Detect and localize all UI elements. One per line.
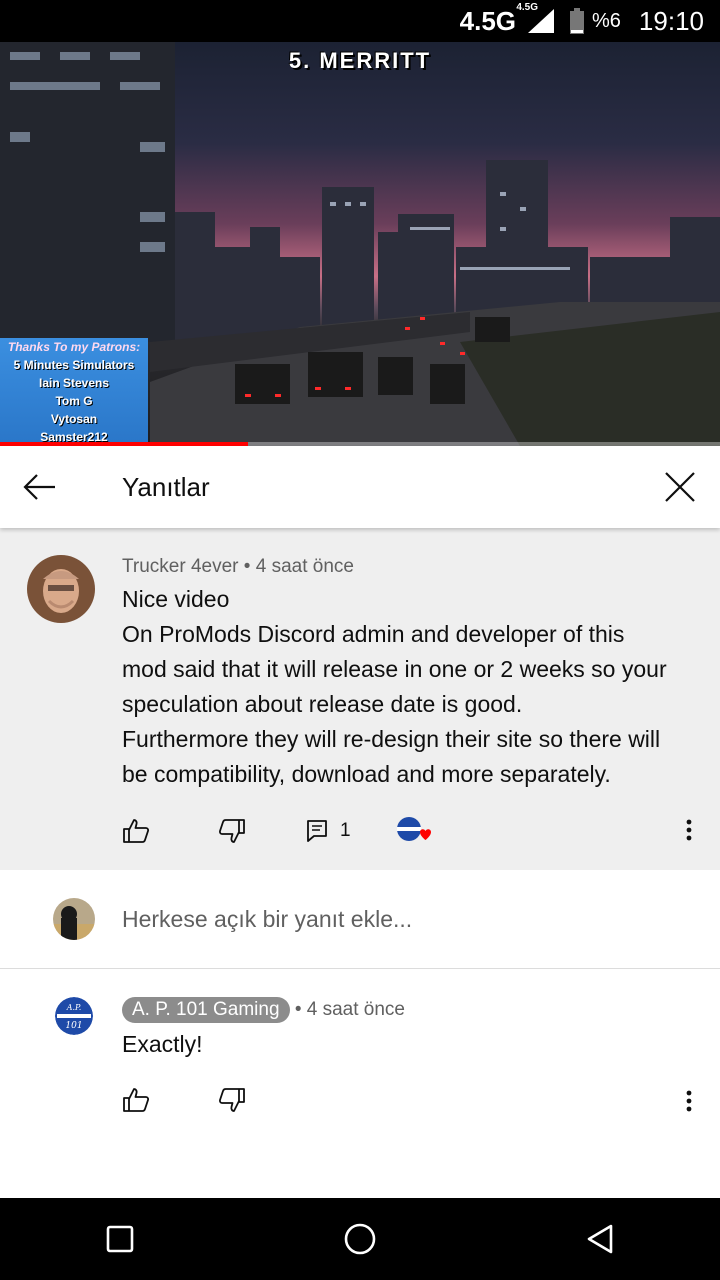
comment-line: Furthermore they will re-design their si… [122, 726, 661, 752]
comment-author[interactable]: Trucker 4ever [122, 556, 239, 577]
meta-separator: • [294, 999, 302, 1020]
reply-time: 4 saat önce [306, 999, 405, 1020]
comment-time: 4 saat önce [255, 556, 354, 577]
battery-percent: %6 [592, 9, 621, 32]
clock: 19:10 [638, 5, 704, 36]
reply-avatar[interactable]: A.P. 101 [55, 997, 93, 1035]
reply-input-row[interactable]: Herkese açık bir yanıt ekle... [0, 870, 720, 969]
system-back-button[interactable] [540, 1198, 660, 1280]
close-button[interactable] [640, 446, 720, 528]
network-small-label: 4.5G [516, 1, 539, 13]
comment-line: Nice video [122, 586, 230, 612]
more-vert-icon [686, 819, 692, 841]
battery-icon [570, 8, 585, 34]
reply-comment: A.P. 101 A. P. 101 Gaming • 4 saat önce … [0, 969, 720, 1198]
like-button[interactable] [122, 818, 218, 844]
video-player[interactable]: 5. MERRITT Thanks To my Patrons: 5 Minut… [0, 42, 720, 446]
reply-body: Exactly! [122, 1031, 203, 1057]
reply-input-placeholder[interactable]: Herkese açık bir yanıt ekle... [122, 906, 412, 933]
more-options-button[interactable] [674, 810, 704, 850]
recent-apps-button[interactable] [60, 1198, 180, 1280]
replies-button[interactable]: 1 [306, 819, 396, 843]
thumbs-down-icon [218, 819, 245, 843]
square-icon [106, 1225, 134, 1253]
back-button[interactable] [0, 446, 80, 528]
network-type: 4.5G 4.5G [459, 2, 538, 37]
patron-name: Iain Stevens [38, 376, 110, 390]
circle-icon [344, 1223, 376, 1255]
reply-actions [122, 1087, 306, 1113]
network-label: 4.5G [459, 5, 517, 36]
triangle-back-icon [587, 1224, 613, 1254]
video-title: 5. MERRITT [288, 48, 432, 73]
thumbs-down-icon [218, 1088, 245, 1112]
signal-icon [528, 9, 555, 33]
more-options-button[interactable] [674, 1081, 704, 1121]
current-user-avatar-image [53, 898, 95, 940]
channel-logo-icon: A.P. 101 [55, 997, 93, 1035]
thumbs-up-icon [123, 1088, 150, 1112]
creator-heart-badge [396, 816, 436, 846]
thumbs-up-icon [123, 819, 150, 843]
close-icon [665, 472, 695, 502]
like-button[interactable] [122, 1087, 218, 1113]
avatar[interactable] [27, 555, 95, 623]
comment-body: Nice video On ProMods Discord admin and … [122, 582, 702, 792]
channel-logo-text-bottom: 101 [65, 1021, 82, 1031]
current-user-avatar [53, 898, 95, 940]
channel-logo-text-top: A.P. [66, 1003, 82, 1012]
creator-author-badge[interactable]: A. P. 101 Gaming [122, 997, 290, 1023]
more-vert-icon [686, 1090, 692, 1112]
creator-avatar-icon [397, 817, 431, 841]
header-title: Yanıtlar [122, 471, 210, 502]
patron-name: 5 Minutes Simulators [13, 358, 135, 372]
arrow-back-icon [23, 474, 55, 500]
status-bar: 4.5G 4.5G %6 19:10 [0, 0, 720, 42]
comment-line: mod said that it will release in one or … [122, 656, 667, 682]
home-button[interactable] [300, 1198, 420, 1280]
reply-meta: A. P. 101 Gaming • 4 saat önce [122, 997, 405, 1023]
user-avatar-image [27, 555, 95, 623]
patrons-heading: Thanks To my Patrons: [7, 340, 141, 354]
replies-header: Yanıtlar [0, 446, 720, 528]
patrons-overlay: Thanks To my Patrons: 5 Minutes Simulato… [0, 338, 148, 446]
system-nav-bar [0, 1198, 720, 1280]
dislike-button[interactable] [218, 1087, 306, 1113]
main-comment: Trucker 4ever • 4 saat önce Nice video O… [0, 528, 720, 870]
comment-line: speculation about release date is good. [122, 691, 523, 717]
reply-count: 1 [340, 820, 351, 841]
comment-line: On ProMods Discord admin and developer o… [122, 621, 625, 647]
comment-icon [307, 820, 327, 842]
comment-actions: 1 [122, 816, 436, 846]
patron-name: Vytosan [50, 412, 98, 426]
comment-meta: Trucker 4ever • 4 saat önce [122, 556, 354, 578]
patron-name: Tom G [55, 394, 93, 408]
dislike-button[interactable] [218, 818, 306, 844]
meta-separator: • [243, 556, 251, 577]
comment-line: be compatibility, download and more sepa… [122, 761, 611, 787]
